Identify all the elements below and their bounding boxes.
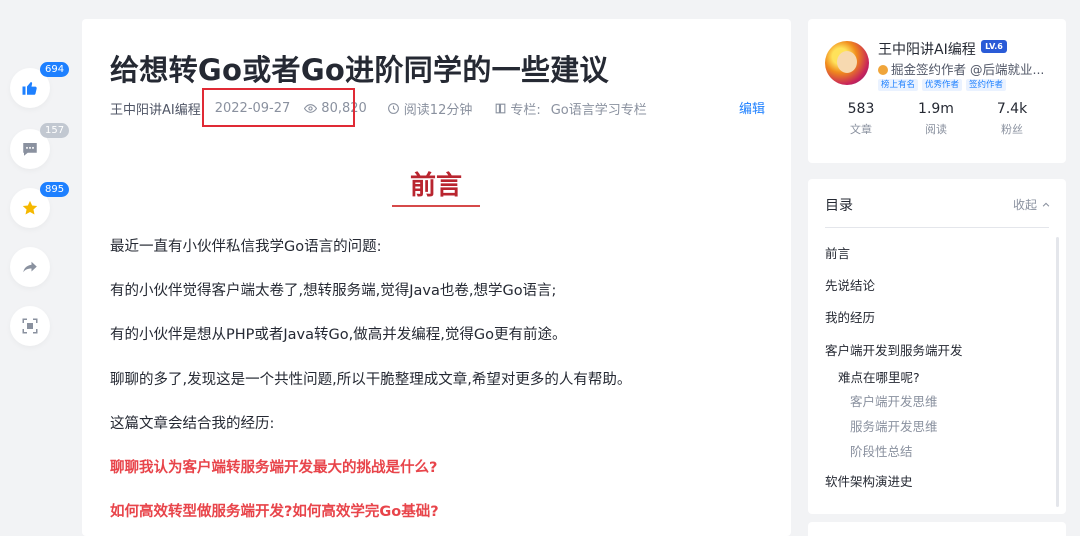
toc-item[interactable]: 前言 bbox=[825, 243, 850, 262]
article-panel: 给想转Go或者Go进阶同学的一些建议 王中阳讲AI编程 2022-09-27 8… bbox=[82, 19, 791, 536]
toc-item[interactable]: 客户端开发思维 bbox=[850, 391, 938, 410]
author-tag: 榜上有名 bbox=[878, 79, 919, 91]
toc-collapse-label: 收起 bbox=[1013, 198, 1038, 212]
comment-icon bbox=[23, 143, 37, 156]
heading-underline bbox=[392, 205, 480, 207]
author-card: 王中阳讲AI编程 LV.6 掘金签约作者 @后端就业... 榜上有名 优秀作者 … bbox=[808, 19, 1066, 163]
article-paragraph: 有的小伙伴是想从PHP或者Java转Go,做高并发编程,觉得Go更有前途。 bbox=[110, 327, 567, 343]
author-name[interactable]: 王中阳讲AI编程 bbox=[878, 39, 976, 59]
toc-item[interactable]: 软件架构演进史 bbox=[825, 471, 913, 490]
like-button[interactable]: 694 bbox=[10, 62, 70, 108]
stat-number: 583 bbox=[847, 101, 875, 117]
share-button[interactable] bbox=[10, 247, 50, 287]
article-highlight-paragraph: 如何高效转型做服务端开发?如何高效学完Go基础? bbox=[110, 504, 439, 520]
toc-item[interactable]: 先说结论 bbox=[825, 275, 875, 294]
column-icon bbox=[495, 103, 506, 113]
star-icon bbox=[22, 200, 38, 215]
toc-item[interactable]: 客户端开发到服务端开发 bbox=[825, 340, 963, 359]
toc-item[interactable]: 难点在哪里呢? bbox=[838, 367, 920, 386]
meta-column-label: 专栏: bbox=[510, 102, 541, 118]
thumbs-up-icon bbox=[22, 82, 37, 95]
author-tag: 优秀作者 bbox=[922, 79, 963, 91]
collect-button[interactable]: 895 bbox=[10, 182, 70, 228]
author-avatar[interactable] bbox=[825, 41, 869, 85]
meta-read-time: 阅读12分钟 bbox=[387, 99, 473, 118]
author-description: 掘金签约作者 @后端就业... bbox=[878, 59, 1044, 78]
collect-count-badge: 895 bbox=[40, 182, 70, 197]
chevron-up-icon bbox=[1042, 202, 1050, 207]
article-meta: 王中阳讲AI编程 2022-09-27 80,820 阅读12分钟 专栏: Go… bbox=[110, 98, 647, 118]
toc-scrollbar[interactable] bbox=[1056, 237, 1059, 507]
meta-column: 专栏: bbox=[494, 99, 541, 118]
meta-column-link[interactable]: Go语言学习专栏 bbox=[551, 99, 647, 118]
article-paragraph: 有的小伙伴觉得客户端太卷了,想转服务端,觉得Java也卷,想学Go语言; bbox=[110, 283, 557, 299]
author-tag: 签约作者 bbox=[966, 79, 1007, 91]
stat-articles[interactable]: 583 文章 bbox=[831, 101, 891, 137]
author-description-text: 掘金签约作者 @后端就业... bbox=[891, 62, 1045, 77]
table-of-contents: 目录 收起 前言 先说结论 我的经历 客户端开发到服务端开发 难点在哪里呢? 客… bbox=[808, 179, 1066, 514]
focus-mode-icon bbox=[22, 318, 38, 334]
meta-author-link[interactable]: 王中阳讲AI编程 bbox=[110, 99, 201, 118]
share-icon bbox=[23, 261, 37, 273]
meta-highlight-box bbox=[202, 88, 355, 127]
toc-divider bbox=[825, 227, 1049, 228]
author-tags: 榜上有名 优秀作者 签约作者 bbox=[878, 79, 1007, 91]
section-heading: 前言 bbox=[409, 171, 462, 201]
article-highlight-paragraph: 聊聊我认为客户端转服务端开发最大的挑战是什么? bbox=[110, 460, 438, 476]
stat-number: 7.4k bbox=[996, 101, 1028, 117]
stat-followers[interactable]: 7.4k 粉丝 bbox=[982, 101, 1042, 137]
sidebar-bottom-card bbox=[808, 522, 1066, 536]
fullscreen-button[interactable] bbox=[10, 306, 50, 346]
like-count-badge: 694 bbox=[40, 62, 70, 77]
article-title: 给想转Go或者Go进阶同学的一些建议 bbox=[110, 53, 609, 87]
article-paragraph: 这篇文章会结合我的经历: bbox=[110, 416, 275, 432]
medal-icon bbox=[878, 65, 888, 75]
toc-title: 目录 bbox=[825, 198, 853, 214]
toc-collapse-button[interactable]: 收起 bbox=[1013, 196, 1051, 213]
meta-read-time-text: 阅读12分钟 bbox=[403, 102, 473, 118]
stat-label: 文章 bbox=[850, 123, 872, 136]
edit-link[interactable]: 编辑 bbox=[739, 98, 765, 117]
stat-number: 1.9m bbox=[918, 101, 954, 117]
level-badge: LV.6 bbox=[981, 40, 1007, 53]
toc-item[interactable]: 服务端开发思维 bbox=[850, 416, 938, 435]
comment-count-badge: 157 bbox=[40, 123, 70, 138]
clock-icon bbox=[387, 102, 399, 114]
article-paragraph: 聊聊的多了,发现这是一个共性问题,所以干脆整理成文章,希望对更多的人有帮助。 bbox=[110, 372, 632, 388]
comment-button[interactable]: 157 bbox=[10, 123, 70, 169]
toc-item[interactable]: 我的经历 bbox=[825, 307, 875, 326]
stat-reads[interactable]: 1.9m 阅读 bbox=[906, 101, 966, 137]
stat-label: 阅读 bbox=[925, 123, 947, 136]
stat-label: 粉丝 bbox=[1001, 123, 1023, 136]
toc-item[interactable]: 阶段性总结 bbox=[850, 441, 913, 460]
article-paragraph: 最近一直有小伙伴私信我学Go语言的问题: bbox=[110, 239, 382, 255]
